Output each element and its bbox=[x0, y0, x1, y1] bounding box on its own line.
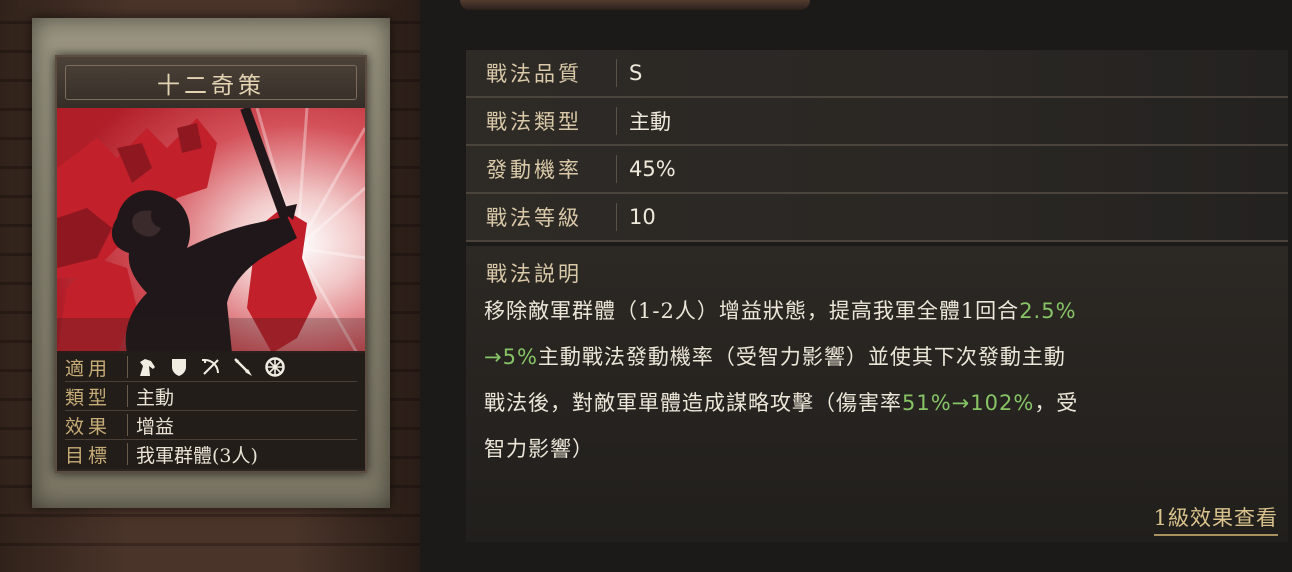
desc-highlight: →5% bbox=[484, 345, 538, 369]
stat-value: 我軍群體(3人) bbox=[136, 444, 258, 467]
description-text: 移除敵軍群體（1-2人）增益狀態，提高我軍全體1回合2.5% →5%主動戰法發動… bbox=[484, 288, 1279, 472]
attr-value: 45% bbox=[629, 157, 676, 181]
stat-value: 增益 bbox=[136, 415, 175, 438]
desc-segment: 戰法後，對敵軍單體造成謀略攻擊（傷害率 bbox=[484, 391, 902, 415]
attr-key: 戰法類型 bbox=[486, 110, 582, 134]
tactic-card: 十二奇策 適用 類型 主動 效果 增益 目標 我軍群體(3人) bbox=[55, 55, 367, 473]
attr-key: 戰法等級 bbox=[486, 206, 582, 230]
desc-segment: 移除敵軍群體（1-2人）增益狀態，提高我軍全體1回合 bbox=[484, 299, 1020, 323]
attr-value: 主動 bbox=[629, 110, 671, 134]
spear-icon bbox=[234, 358, 252, 376]
card-stats: 適用 類型 主動 效果 增益 目標 我軍群體(3人) bbox=[57, 351, 365, 469]
attr-value: 10 bbox=[629, 205, 656, 229]
cavalry-horse-icon bbox=[140, 359, 155, 376]
stat-row-target: 目標 我軍群體(3人) bbox=[65, 440, 357, 468]
attr-row-quality: 戰法品質 S bbox=[466, 50, 1288, 98]
attr-row-type: 戰法類型 主動 bbox=[466, 98, 1288, 146]
archer-bow-icon bbox=[202, 359, 219, 375]
tactic-art bbox=[57, 108, 365, 353]
stat-row-applicable: 適用 bbox=[65, 353, 357, 382]
description-box: 戰法説明 移除敵軍群體（1-2人）增益狀態，提高我軍全體1回合2.5% →5%主… bbox=[466, 246, 1288, 542]
stat-key: 效果 bbox=[65, 415, 112, 438]
attr-key: 戰法品質 bbox=[486, 62, 582, 86]
top-bar bbox=[460, 0, 810, 10]
stat-row-type: 類型 主動 bbox=[65, 382, 357, 411]
attr-value: S bbox=[629, 61, 643, 85]
card-title-bar: 十二奇策 bbox=[57, 57, 365, 108]
shield-infantry-icon bbox=[172, 359, 186, 376]
level1-effect-link[interactable]: 1級效果查看 bbox=[1153, 502, 1278, 536]
stat-key: 目標 bbox=[65, 444, 112, 467]
stat-value: 主動 bbox=[136, 386, 175, 409]
attr-row-level: 戰法等級 10 bbox=[466, 194, 1288, 242]
stat-key: 適用 bbox=[65, 357, 112, 380]
description-title: 戰法説明 bbox=[486, 262, 582, 286]
desc-highlight: 2.5% bbox=[1019, 299, 1077, 323]
applicable-icons bbox=[136, 356, 286, 378]
attr-row-probability: 發動機率 45% bbox=[466, 146, 1288, 194]
stat-row-effect: 效果 增益 bbox=[65, 411, 357, 440]
desc-segment: ，受 bbox=[1034, 391, 1079, 415]
chariot-wheel-icon bbox=[265, 357, 285, 377]
desc-segment: 智力影響） bbox=[484, 437, 594, 461]
desc-segment: 主動戰法發動機率（受智力影響）並使其下次發動主動 bbox=[537, 345, 1066, 369]
desc-highlight: 51%→102% bbox=[902, 391, 1035, 415]
attr-key: 發動機率 bbox=[486, 158, 582, 182]
card-title: 十二奇策 bbox=[157, 72, 265, 99]
stat-key: 類型 bbox=[65, 386, 112, 409]
